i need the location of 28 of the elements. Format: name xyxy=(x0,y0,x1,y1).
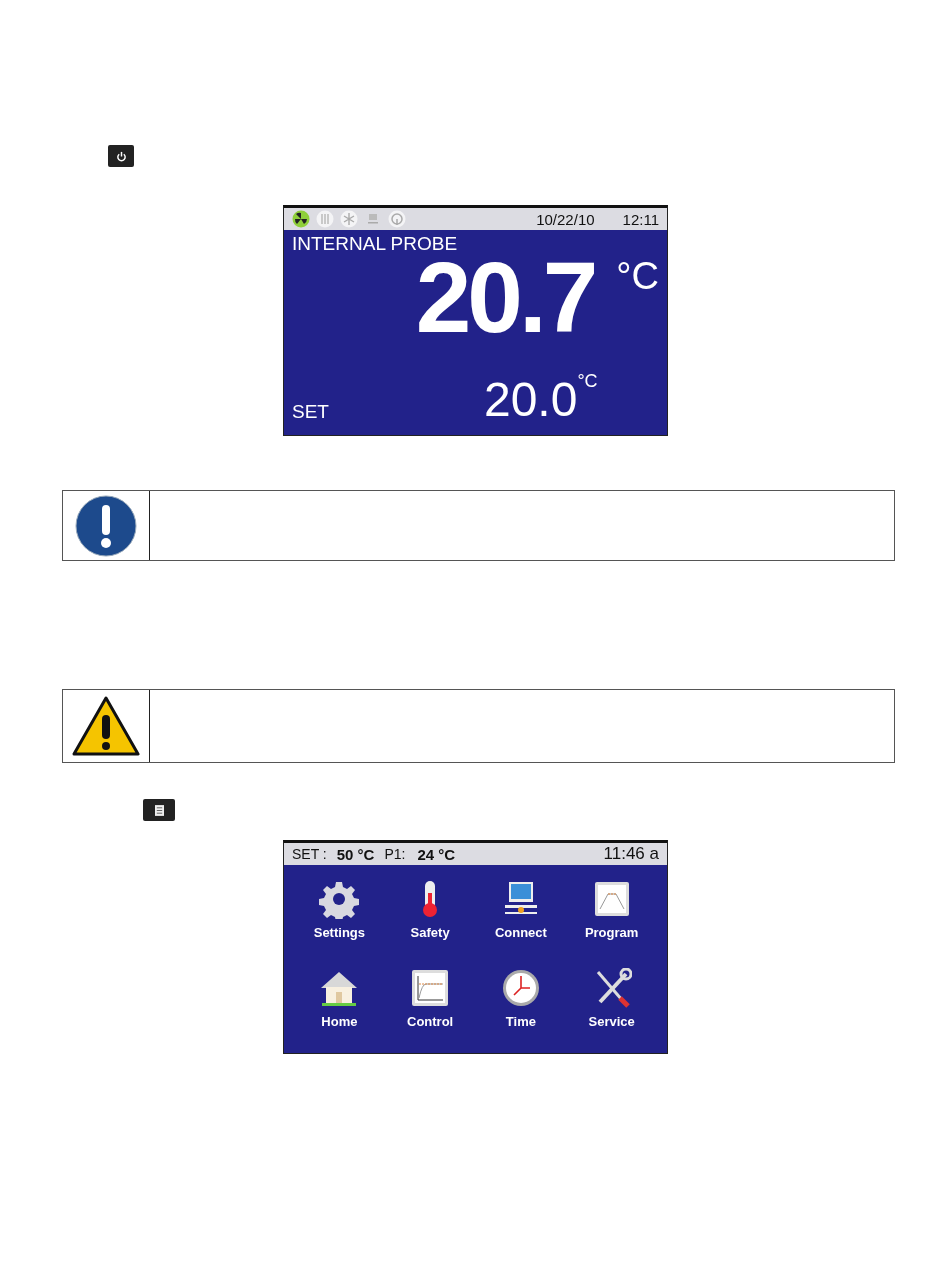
exclamation-icon xyxy=(75,494,137,557)
menu-item[interactable]: Safety xyxy=(384,879,476,960)
date-text: 10/22/10 xyxy=(536,210,595,228)
menu-item[interactable]: Settings xyxy=(294,879,385,960)
menu-key[interactable] xyxy=(143,799,175,821)
set-label: SET : xyxy=(292,846,327,862)
graph-icon xyxy=(410,968,451,1008)
menu-item[interactable]: Connect xyxy=(475,879,567,960)
power-key[interactable] xyxy=(108,145,134,167)
set-value: 50 °C xyxy=(336,845,375,863)
list-icon xyxy=(154,804,164,816)
temperature-unit: °C xyxy=(616,255,659,298)
set-value: 20.0 xyxy=(483,377,578,423)
warning-icon xyxy=(72,695,140,757)
menu-item[interactable]: Service xyxy=(566,968,657,1049)
p1-value: 24 °C xyxy=(417,845,456,863)
menu-item[interactable]: Control xyxy=(384,968,476,1049)
menu-item[interactable]: Program xyxy=(566,879,657,960)
time-text: 11:46 a xyxy=(603,844,659,864)
set-unit: °C xyxy=(577,371,598,392)
clock-icon xyxy=(500,968,541,1008)
p1-label: P1: xyxy=(384,846,406,862)
power-icon xyxy=(115,150,127,162)
set-label: SET xyxy=(292,401,329,423)
time-text: 12:11 xyxy=(622,210,659,228)
menu-item[interactable]: Home xyxy=(294,968,385,1049)
gear-icon xyxy=(319,879,360,919)
menu-item[interactable]: Time xyxy=(475,968,567,1049)
